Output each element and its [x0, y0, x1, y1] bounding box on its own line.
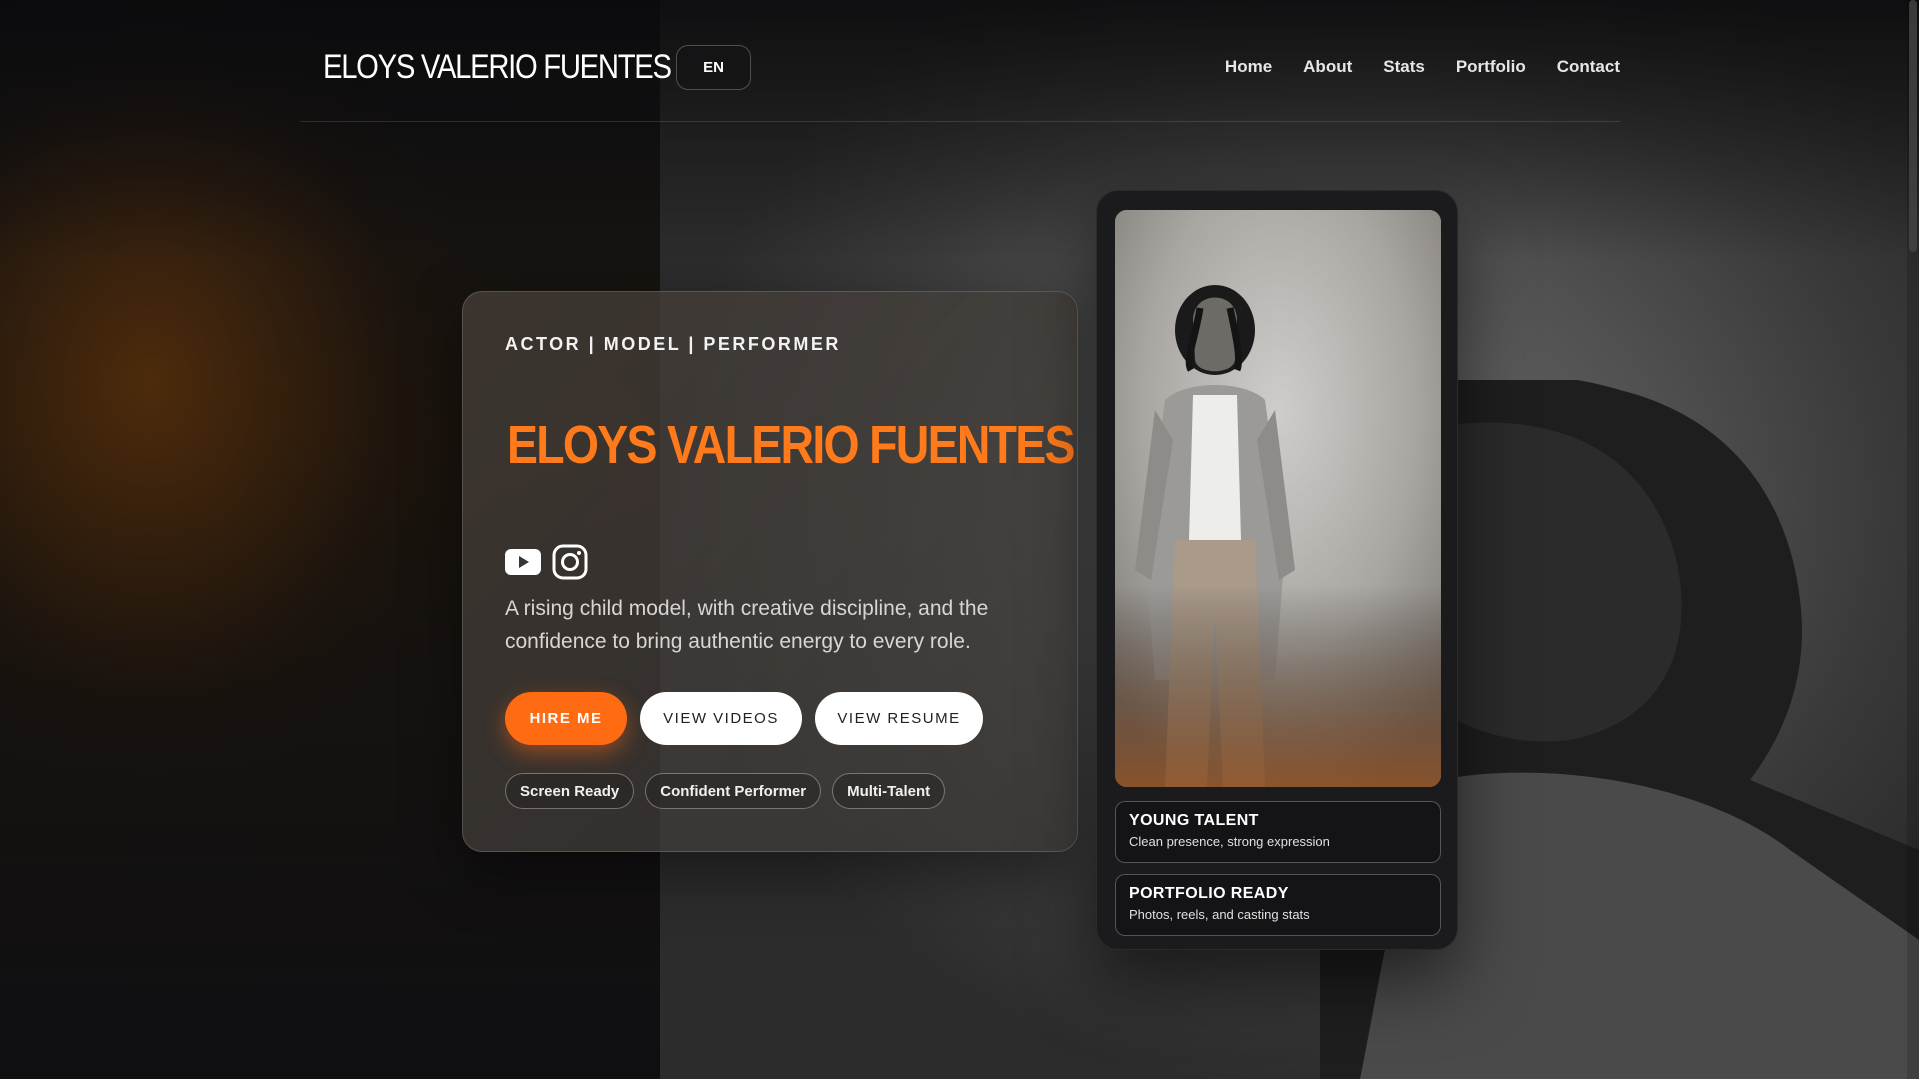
- tag-multi-talent: Multi-Talent: [832, 773, 946, 809]
- nav-about-link[interactable]: About: [1303, 57, 1352, 77]
- hero-kicker: ACTOR | MODEL | PERFORMER: [505, 334, 841, 354]
- hero-actions: HIRE ME VIEW VIDEOS VIEW RESUME: [505, 692, 983, 745]
- page-scrollbar[interactable]: [1907, 0, 1919, 1079]
- nav-portfolio-link[interactable]: Portfolio: [1456, 57, 1526, 77]
- youtube-icon[interactable]: [505, 549, 541, 580]
- nav-stats-link[interactable]: Stats: [1383, 57, 1425, 77]
- info-box-portfolio-ready: PORTFOLIO READY Photos, reels, and casti…: [1115, 874, 1441, 936]
- info-subtitle: Clean presence, strong expression: [1129, 834, 1330, 849]
- talent-tags: Screen Ready Confident Performer Multi-T…: [505, 773, 946, 809]
- hire-me-button[interactable]: HIRE ME: [505, 692, 627, 745]
- nav-home-link[interactable]: Home: [1225, 57, 1272, 77]
- site-header: ELOYS VALERIO FUENTES EN Home About Stat…: [300, 40, 1620, 122]
- hero-card: ACTOR | MODEL | PERFORMER ELOYS VALERIO …: [462, 291, 1078, 852]
- tag-confident-performer: Confident Performer: [645, 773, 822, 809]
- top-shade-overlay: [0, 0, 1919, 260]
- view-videos-button[interactable]: VIEW VIDEOS: [640, 692, 802, 745]
- hero-description: A rising child model, with creative disc…: [505, 597, 989, 653]
- social-links: [505, 544, 588, 585]
- info-box-young-talent: YOUNG TALENT Clean presence, strong expr…: [1115, 801, 1441, 863]
- tag-screen-ready: Screen Ready: [505, 773, 635, 809]
- info-title: YOUNG TALENT: [1129, 812, 1259, 829]
- language-toggle-button[interactable]: EN: [676, 45, 751, 90]
- hero-title: ELOYS VALERIO FUENTES: [507, 415, 1076, 475]
- info-subtitle: Photos, reels, and casting stats: [1129, 907, 1310, 922]
- scrollbar-thumb[interactable]: [1909, 0, 1917, 252]
- view-resume-button[interactable]: VIEW RESUME: [815, 692, 983, 745]
- info-title: PORTFOLIO READY: [1129, 885, 1289, 902]
- main-nav: Home About Stats Portfolio Contact: [1225, 57, 1620, 77]
- profile-card: YOUNG TALENT Clean presence, strong expr…: [1096, 190, 1458, 950]
- brand-logo-text[interactable]: ELOYS VALERIO FUENTES: [323, 48, 672, 87]
- instagram-icon[interactable]: [552, 544, 588, 585]
- profile-photo: [1115, 210, 1441, 787]
- nav-contact-link[interactable]: Contact: [1557, 57, 1620, 77]
